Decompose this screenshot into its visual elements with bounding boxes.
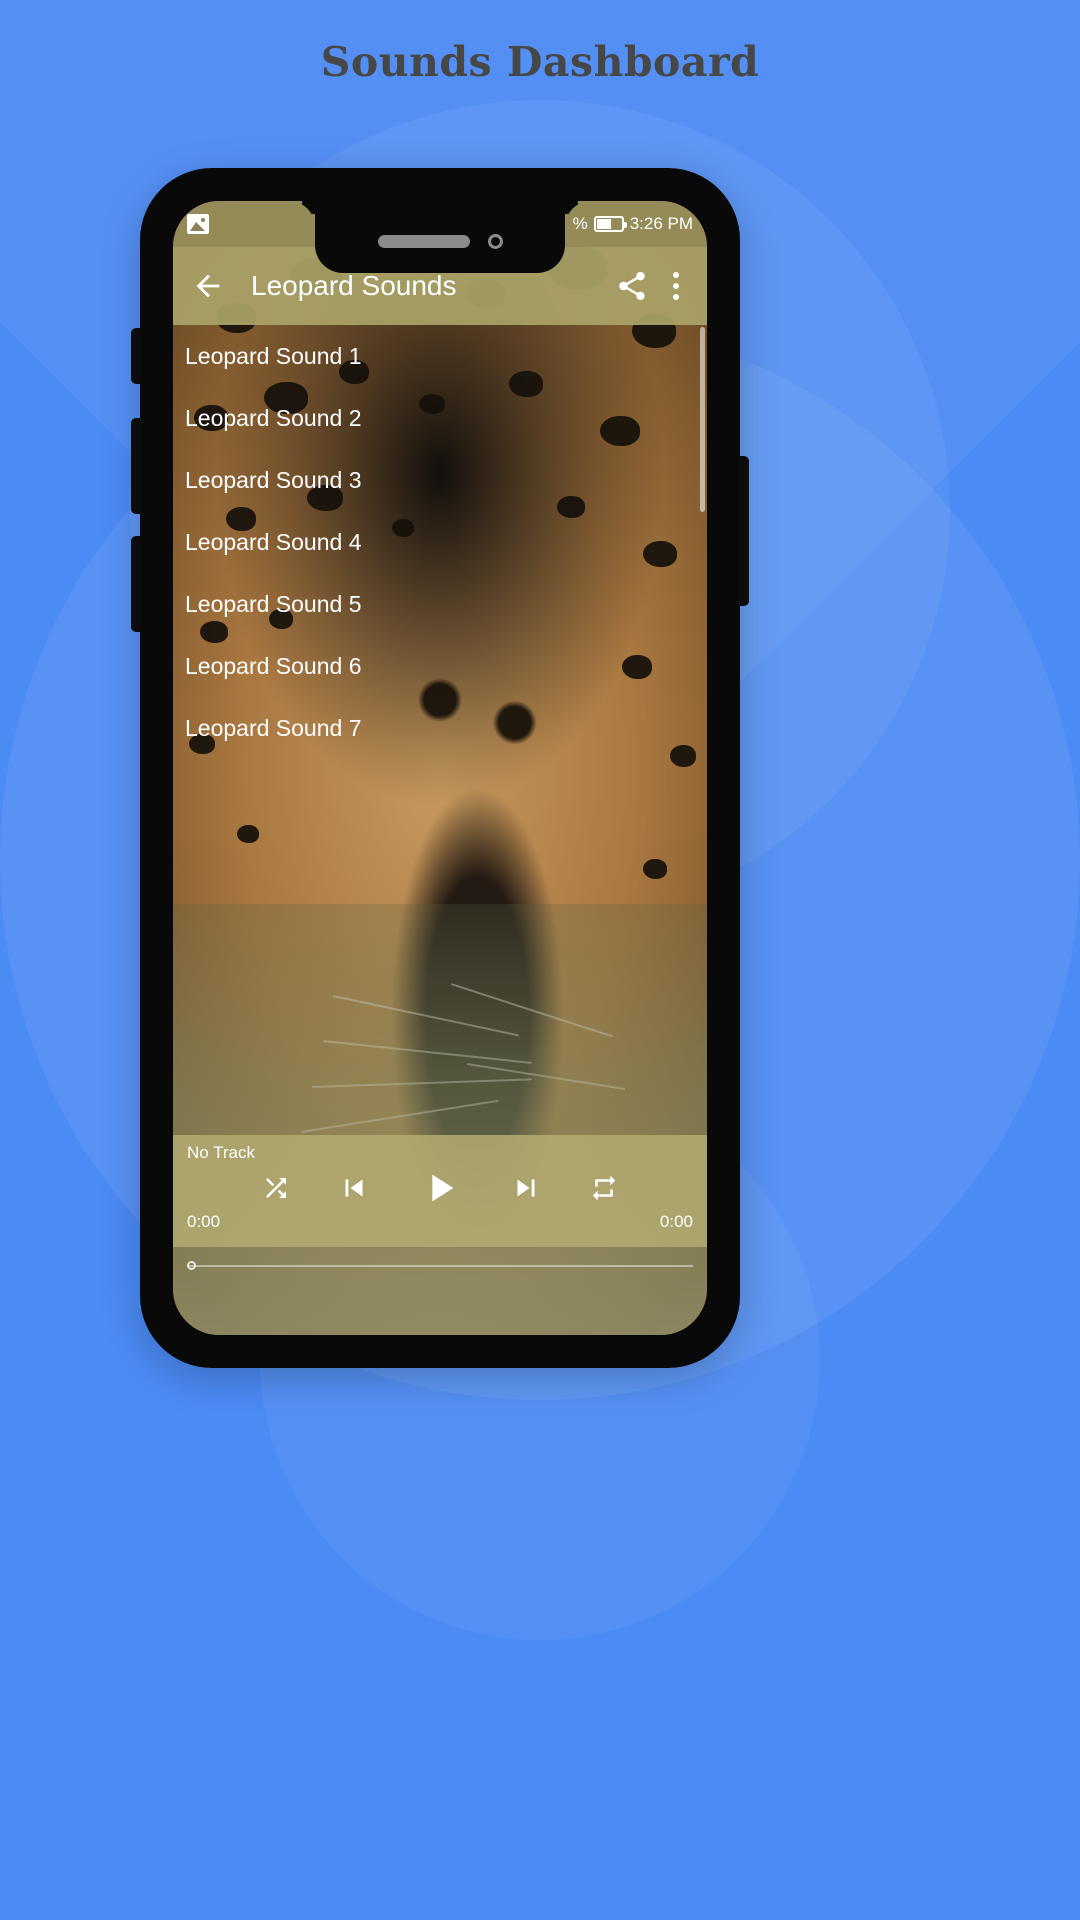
list-item-label: Leopard Sound 7 [185,714,362,741]
list-item-label: Leopard Sound 1 [185,342,362,369]
repeat-icon[interactable] [589,1173,619,1203]
list-item[interactable]: Leopard Sound 1 [173,325,707,387]
list-item-label: Leopard Sound 6 [185,652,362,679]
phone-notch [315,201,565,273]
media-player-bar: No Track 0:00 0:00 [173,1135,707,1270]
toolbar-title: Leopard Sounds [251,270,457,301]
current-track-title: No Track [187,1143,256,1162]
elapsed-time-label: 0:00 [187,1212,221,1231]
player-controls [187,1165,693,1211]
mute-switch-button[interactable] [131,328,141,384]
play-icon[interactable] [417,1165,463,1211]
image-icon [187,214,209,234]
list-scrollbar[interactable] [700,327,705,512]
share-icon[interactable] [615,269,649,303]
status-bar-clock: 3:26 PM [629,214,693,233]
list-item-label: Leopard Sound 4 [185,528,362,555]
back-arrow-icon[interactable] [191,269,225,303]
overflow-menu-icon[interactable] [663,272,689,300]
phone-mockup: % 3:26 PM Leopard Sounds [131,168,749,1368]
list-item[interactable]: Leopard Sound 6 [173,635,707,697]
volume-down-button[interactable] [131,536,141,632]
list-item[interactable]: Leopard Sound 4 [173,511,707,573]
skip-next-icon[interactable] [509,1171,543,1205]
player-time-row: 0:00 0:00 [187,1212,693,1232]
volume-up-button[interactable] [131,418,141,514]
list-item[interactable]: Leopard Sound 2 [173,387,707,449]
total-time-label: 0:00 [659,1212,693,1231]
list-item[interactable]: Leopard Sound 3 [173,449,707,511]
battery-icon [593,216,627,232]
front-camera-icon [487,233,503,249]
shuffle-icon[interactable] [261,1173,291,1203]
list-item-label: Leopard Sound 3 [185,466,362,493]
speaker-grille-icon [377,234,470,248]
list-item[interactable]: Leopard Sound 5 [173,573,707,635]
phone-screen: % 3:26 PM Leopard Sounds [173,201,707,1335]
page-title: Sounds Dashboard [320,38,760,86]
seek-bar[interactable] [187,1259,693,1273]
power-button[interactable] [739,456,749,606]
list-item-label: Leopard Sound 2 [185,404,362,431]
list-item[interactable]: Leopard Sound 7 [173,697,707,759]
sound-list[interactable]: Leopard Sound 1 Leopard Sound 2 Leopard … [173,325,707,1135]
seek-bar-track [187,1265,693,1267]
list-item-label: Leopard Sound 5 [185,590,362,617]
skip-previous-icon[interactable] [337,1171,371,1205]
seek-bar-thumb[interactable] [187,1261,196,1270]
